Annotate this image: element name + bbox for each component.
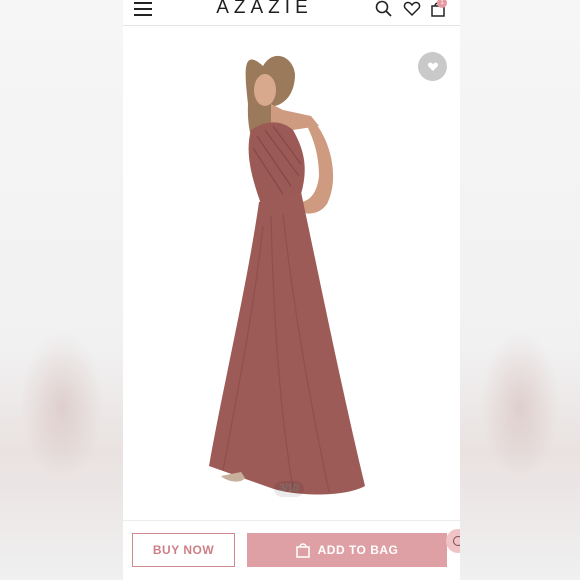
right-background bbox=[460, 0, 580, 580]
product-image[interactable] bbox=[123, 26, 460, 520]
wishlist-heart-icon[interactable] bbox=[403, 0, 421, 23]
chat-help-icon[interactable] bbox=[446, 529, 460, 553]
top-navigation: AZAZIE 1 bbox=[123, 0, 460, 26]
buy-now-button[interactable]: BUY NOW bbox=[132, 533, 235, 567]
bottom-action-bar: BUY NOW ADD TO BAG bbox=[123, 520, 460, 580]
search-icon[interactable] bbox=[375, 0, 393, 23]
hamburger-menu-icon[interactable] bbox=[134, 2, 152, 16]
add-to-bag-button[interactable]: ADD TO BAG bbox=[247, 533, 447, 567]
shopping-bag-icon bbox=[295, 542, 310, 558]
add-to-bag-label: ADD TO BAG bbox=[317, 543, 399, 557]
mobile-page: AZAZIE 1 3/10 BUY NOW ADD TO BAG bbox=[123, 0, 460, 580]
heart-icon bbox=[427, 62, 438, 71]
shopping-bag-icon[interactable]: 1 bbox=[429, 0, 447, 23]
dress-model-image bbox=[209, 55, 365, 495]
favorite-button[interactable] bbox=[418, 52, 447, 81]
left-background bbox=[0, 0, 124, 580]
image-counter: 3/10 bbox=[274, 481, 304, 497]
brand-logo[interactable]: AZAZIE bbox=[207, 0, 322, 19]
